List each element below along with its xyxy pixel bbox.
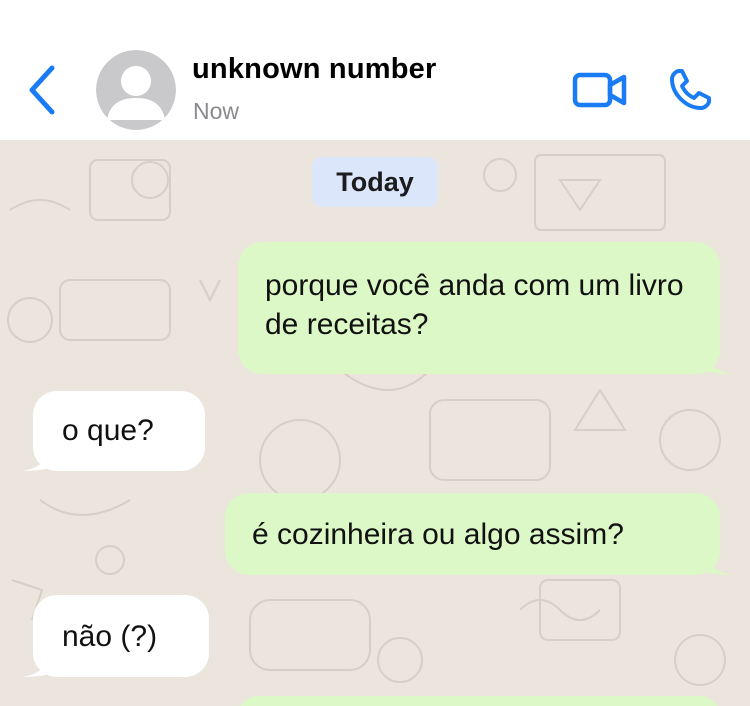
- message-text: não (?): [62, 620, 158, 653]
- message-text: é cozinheira ou algo assim?: [252, 518, 624, 551]
- video-camera-icon: [572, 72, 627, 108]
- chevron-left-icon: [29, 65, 55, 115]
- outgoing-message[interactable]: é cozinheira ou algo assim?: [225, 493, 732, 575]
- message-text: porque você anda com um livro de receita…: [265, 269, 684, 341]
- voice-call-button[interactable]: [666, 66, 714, 114]
- avatar[interactable]: [96, 50, 176, 130]
- outgoing-message-partial[interactable]: [238, 696, 720, 706]
- message-bubble-body: [238, 696, 720, 706]
- chat-header: unknown number Now: [0, 0, 750, 140]
- contact-status: Now: [193, 98, 240, 124]
- phone-icon: [670, 69, 711, 110]
- contact-name[interactable]: unknown number: [192, 53, 436, 86]
- chat-area[interactable]: Today porque você anda com um livro de r…: [0, 140, 750, 706]
- date-divider: Today: [312, 157, 438, 207]
- video-call-button[interactable]: [572, 68, 628, 112]
- back-button[interactable]: [22, 62, 62, 118]
- incoming-message[interactable]: não (?): [23, 595, 209, 677]
- message-text: o que?: [62, 414, 154, 447]
- incoming-message[interactable]: o que?: [23, 391, 205, 471]
- outgoing-message[interactable]: porque você anda com um livro de receita…: [238, 242, 732, 374]
- person-silhouette-icon: [96, 50, 176, 130]
